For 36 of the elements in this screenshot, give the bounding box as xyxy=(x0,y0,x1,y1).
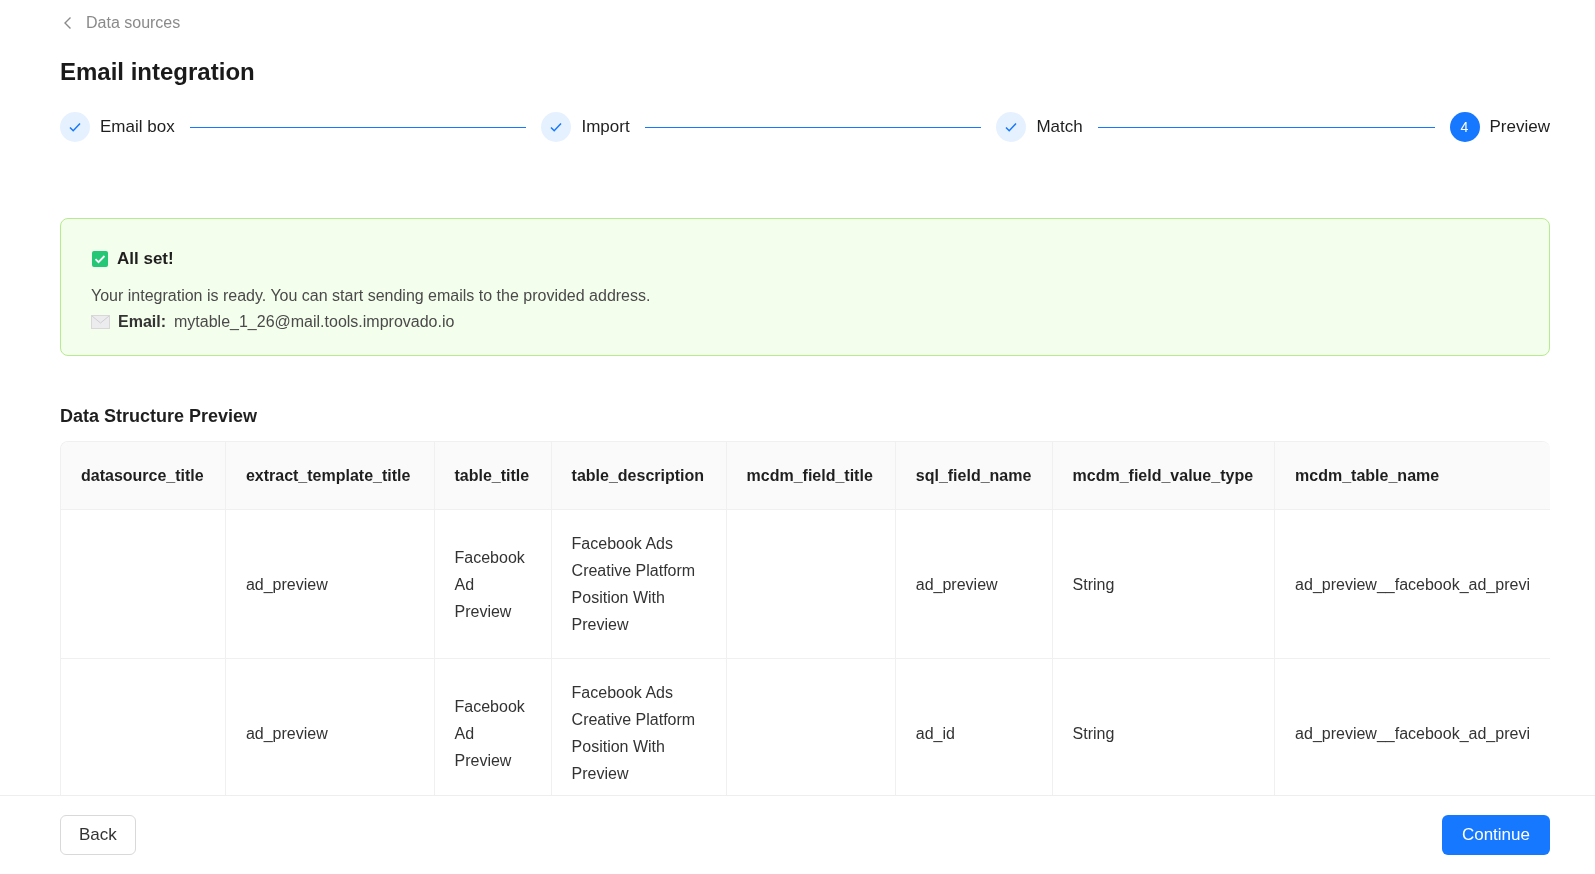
envelope-icon xyxy=(91,315,110,329)
table-cell: ad_preview xyxy=(225,658,434,795)
section-heading: Data Structure Preview xyxy=(60,406,259,427)
email-address: mytable_1_26@mail.tools.improvado.io xyxy=(174,313,455,331)
column-header: datasource_title xyxy=(61,442,226,510)
table-cell: ad_preview__facebook_ad_previ xyxy=(1274,658,1550,795)
column-header: table_title xyxy=(434,442,552,510)
step-number: 4 xyxy=(1449,112,1480,142)
step-label: Email box xyxy=(100,117,175,137)
alert-title: All set! xyxy=(117,249,174,269)
table-cell: ad_id xyxy=(895,658,1053,795)
step-label: Match xyxy=(1036,117,1083,137)
column-header: mcdm_field_value_type xyxy=(1052,442,1275,510)
table-cell: ad_preview xyxy=(225,509,434,659)
table-cell: String xyxy=(1052,658,1275,795)
step-label: Import xyxy=(581,117,630,137)
table-cell: Facebook Ad Preview xyxy=(434,509,552,659)
table-cell: Facebook Ads Creative Platform Position With Preview xyxy=(551,658,727,795)
alert-message: Your integration is ready. You can start sending emails to the provided address. xyxy=(91,287,652,305)
continue-button[interactable]: Continue xyxy=(1441,815,1550,855)
table-cell: Facebook Ad Preview xyxy=(434,658,552,795)
table-cell: ad_preview xyxy=(895,509,1053,659)
column-header: extract_template_title xyxy=(225,442,434,510)
table-cell: String xyxy=(1052,509,1275,659)
column-header: sql_field_name xyxy=(895,442,1053,510)
column-header: mcdm_field_title xyxy=(726,442,896,510)
column-header: mcdm_table_name xyxy=(1274,442,1550,510)
breadcrumb-link[interactable]: Data sources xyxy=(86,14,181,32)
checkbox-icon xyxy=(91,250,109,268)
page-title: Email integration xyxy=(60,58,256,86)
back-button[interactable]: Back xyxy=(60,815,136,855)
table-cell: Facebook Ads Creative Platform Position With Preview xyxy=(551,509,727,659)
email-label: Email: xyxy=(118,313,166,331)
step-label: Preview xyxy=(1489,117,1550,137)
table-cell: ad_preview__facebook_ad_previ xyxy=(1274,509,1550,659)
column-header: table_description xyxy=(551,442,727,510)
